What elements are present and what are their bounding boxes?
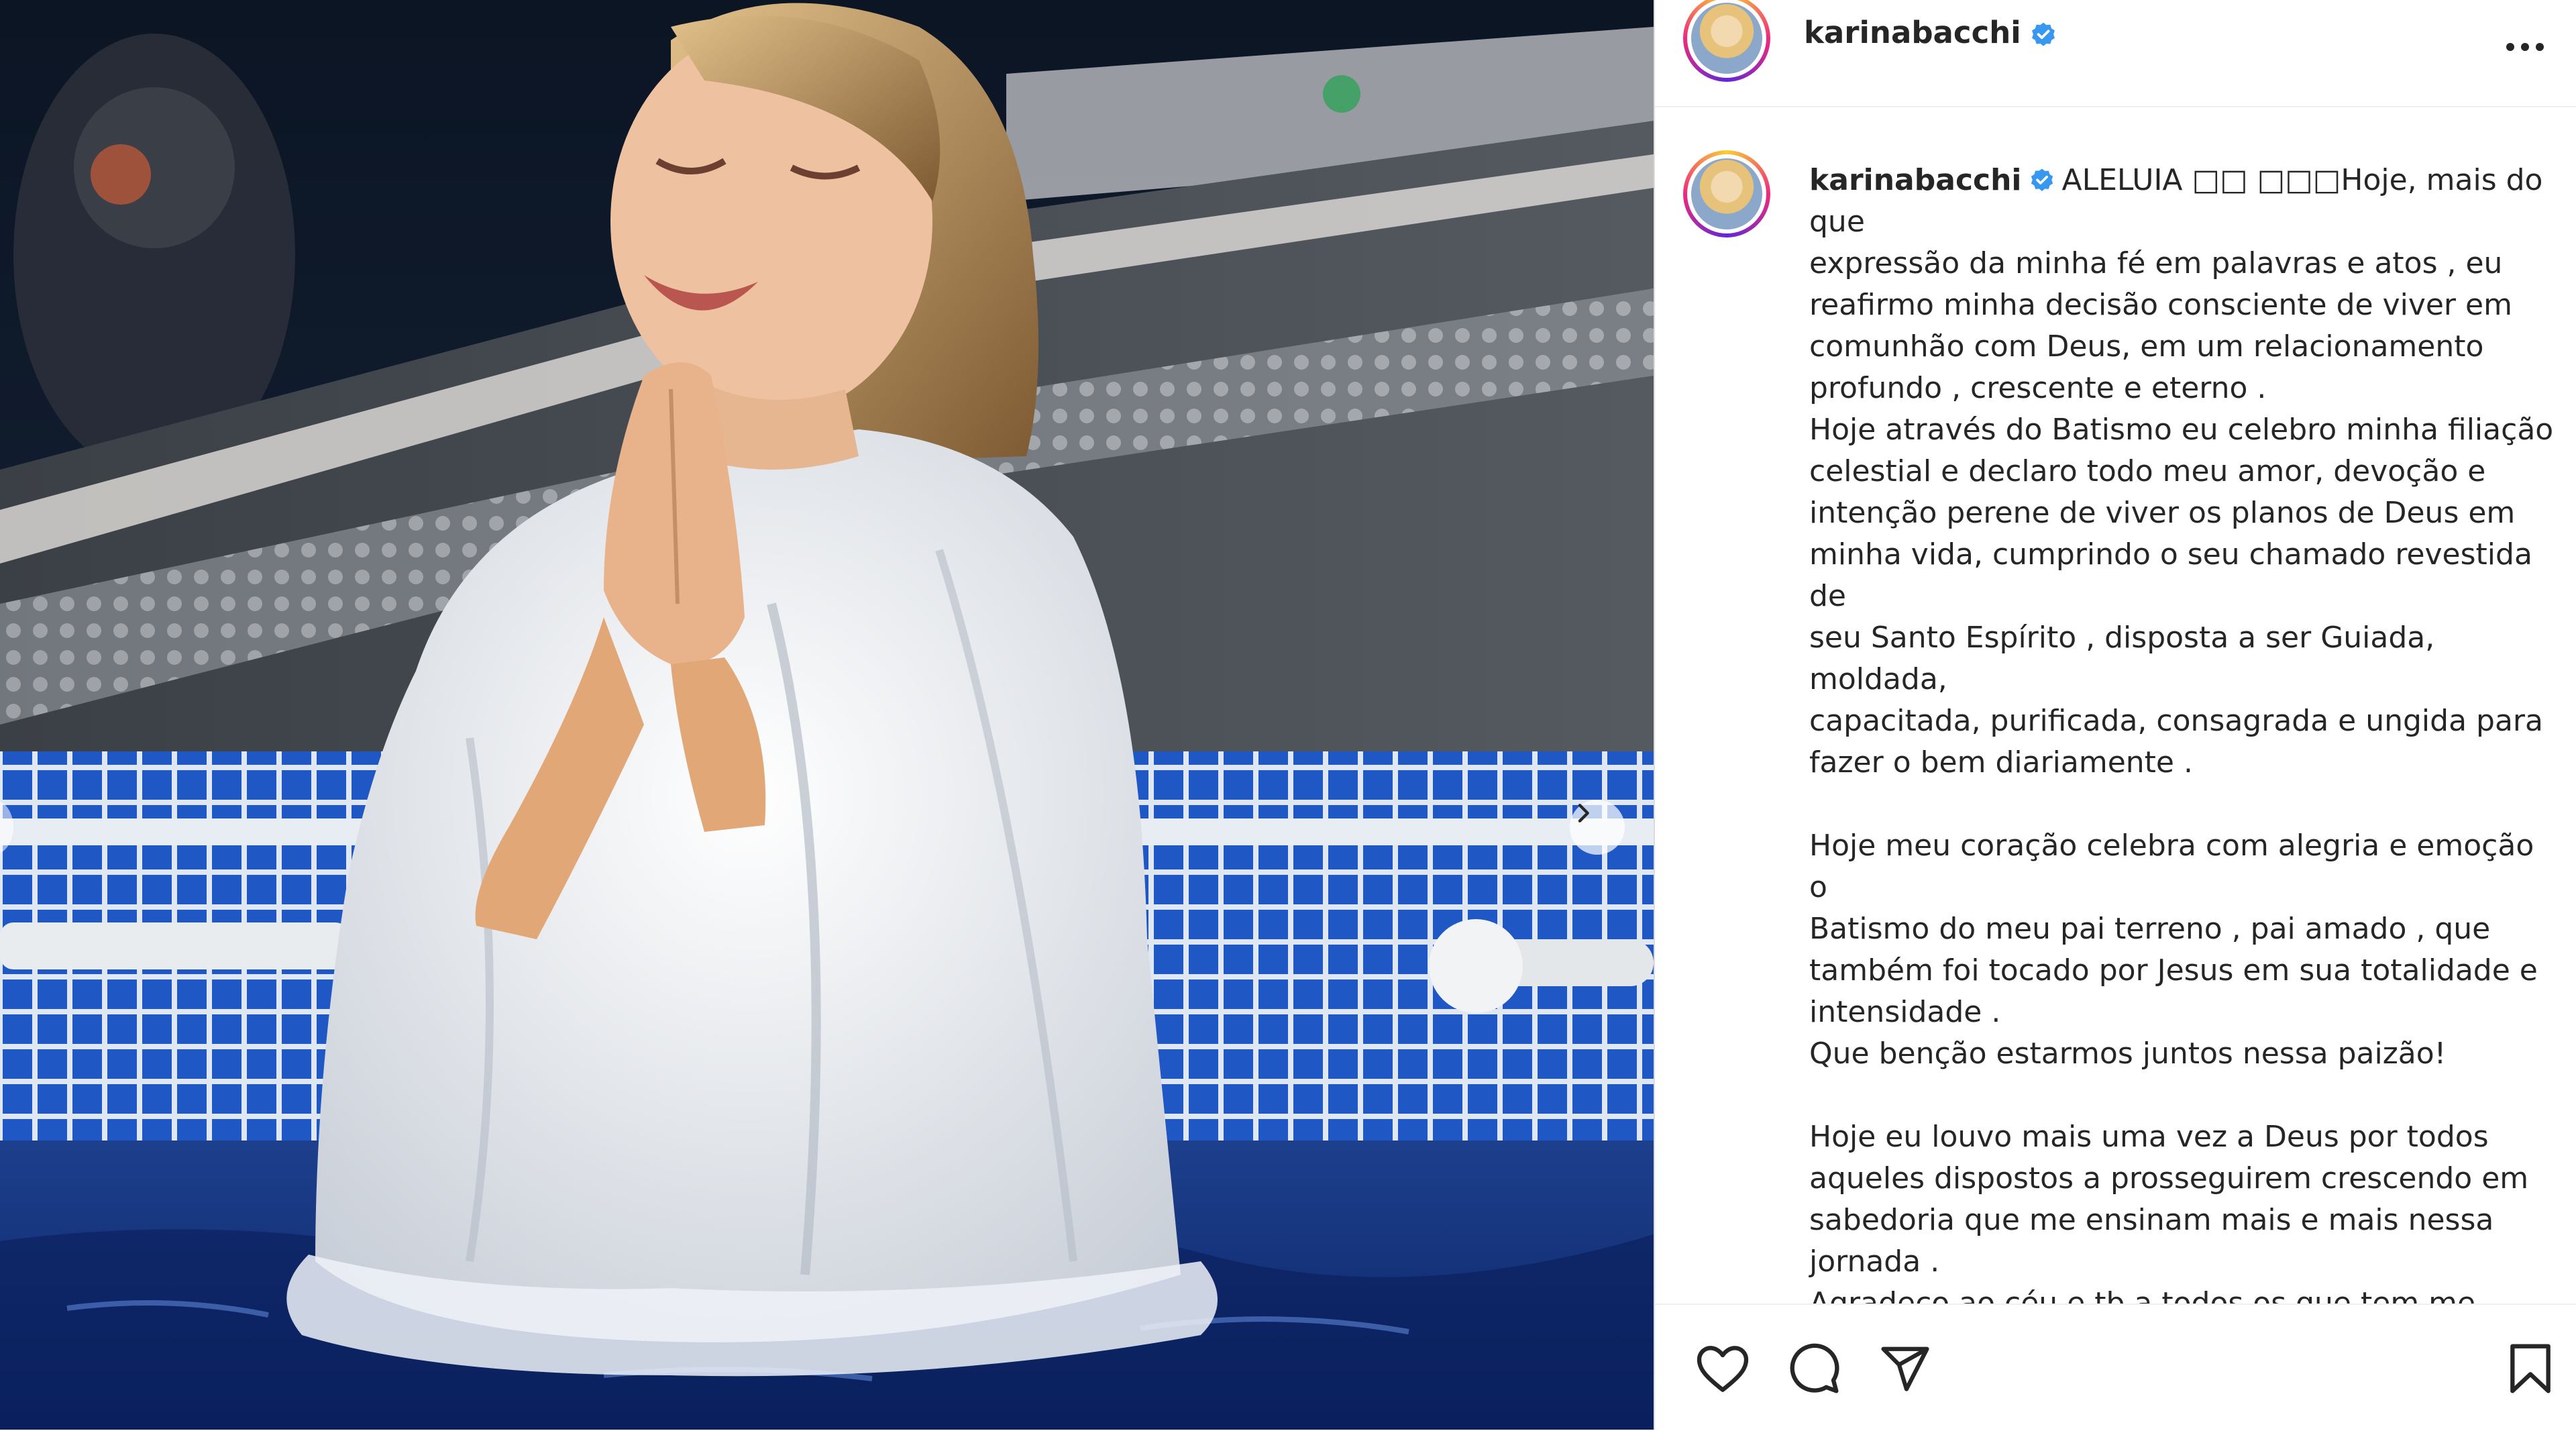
caption-line: capacitada, purificada, consagrada e ung… [1809, 704, 2543, 738]
post-side-panel: karinabacchi karinabacchi ALELUIA □□ □□□… [1654, 0, 2576, 1431]
caption-line: aqueles dispostos a prosseguirem crescen… [1809, 1161, 2529, 1196]
caption-line: reafirmo minha decisão consciente de viv… [1809, 288, 2512, 322]
caption-blank-line [1809, 1075, 2554, 1116]
caption-line: intensidade . [1809, 995, 2001, 1029]
caption-avatar[interactable] [1683, 150, 1770, 237]
share-button[interactable] [1875, 1338, 1935, 1399]
caption-line: Hoje através do Batismo eu celebro minha… [1809, 413, 2554, 447]
caption-blank-line [1809, 784, 2554, 825]
caption-line: Que benção estarmos juntos nessa paizão! [1809, 1037, 2447, 1071]
caption-line: Batismo do meu pai terreno , pai amado ,… [1809, 912, 2491, 946]
caption-line: intenção perene de viver os planos de De… [1809, 496, 2516, 530]
comment-button[interactable] [1784, 1338, 1844, 1399]
chevron-right-icon [1578, 804, 1589, 823]
caption-line: seu Santo Espírito , disposta a ser Guia… [1809, 621, 2445, 696]
caption-line: jornada . [1809, 1244, 1940, 1279]
post-photo [0, 0, 1654, 1430]
caption-line: sabedoria que me ensinam mais e mais nes… [1809, 1203, 2494, 1237]
verified-badge-icon [2031, 22, 2055, 46]
post-caption: karinabacchi ALELUIA □□ □□□Hoje, mais do… [1809, 160, 2554, 1304]
caption-line: profundo , crescente e eterno . [1809, 371, 2267, 405]
send-icon [1881, 1346, 1929, 1391]
more-options-icon [2506, 43, 2544, 51]
post-action-bar [1655, 1304, 2576, 1431]
caption-line: Hoje meu coração celebra com alegria e e… [1809, 829, 2544, 904]
avatar-image [1691, 3, 1762, 74]
post-header: karinabacchi [1655, 0, 2576, 107]
heart-icon [1697, 1346, 1749, 1392]
more-options-button[interactable] [2498, 20, 2552, 74]
save-button[interactable] [2500, 1338, 2561, 1399]
comment-icon [1790, 1343, 1839, 1393]
caption-line: Agradeço ao céu e tb a todos os que tem … [1809, 1286, 2476, 1304]
baptism-photo [0, 0, 1654, 1430]
caption-line: celestial e declaro todo meu amor, devoç… [1809, 454, 2486, 488]
caption-line: comunhão com Deus, em um relacionamento [1809, 329, 2484, 364]
header-username-row[interactable]: karinabacchi [1804, 15, 2057, 50]
caption-line: Hoje eu louvo mais uma vez a Deus por to… [1809, 1120, 2489, 1154]
caption-line: também foi tocado por Jesus em sua total… [1809, 953, 2538, 988]
caption-line: expressão da minha fé em palavras e atos… [1809, 246, 2503, 280]
profile-avatar[interactable] [1683, 0, 1770, 82]
verified-badge-icon [2031, 168, 2053, 191]
caption-scroll-area[interactable]: karinabacchi ALELUIA □□ □□□Hoje, mais do… [1655, 107, 2576, 1304]
caption-username[interactable]: karinabacchi [1809, 163, 2022, 197]
carousel-next-button[interactable] [1570, 800, 1625, 855]
caption-line: fazer o bem diariamente . [1809, 745, 2193, 780]
header-username[interactable]: karinabacchi [1804, 15, 2021, 50]
caption-line: minha vida, cumprindo o seu chamado reve… [1809, 537, 2542, 613]
like-button[interactable] [1693, 1338, 1753, 1399]
bookmark-icon [2510, 1344, 2551, 1393]
avatar-image [1691, 158, 1762, 229]
